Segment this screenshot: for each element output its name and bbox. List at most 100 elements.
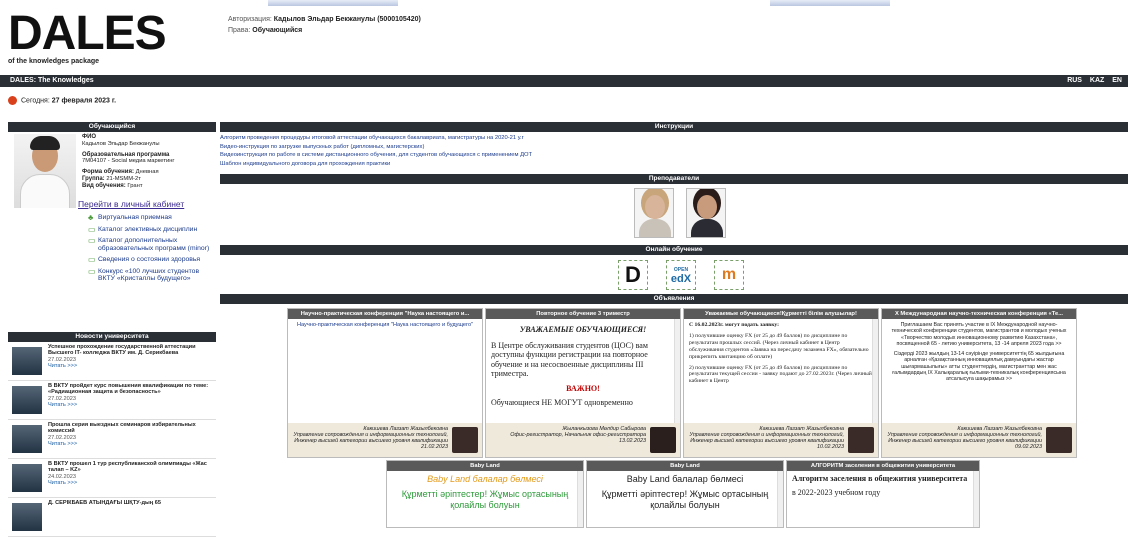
menu-item-minor[interactable]: ▭ Каталог дополнительных образовательных …	[88, 237, 213, 252]
news-item[interactable]: Успешное прохождение государственной атт…	[8, 342, 216, 381]
author-avatar	[452, 427, 478, 453]
announcement-card[interactable]: Научно-практическая конференция "Наука н…	[287, 308, 483, 458]
student-info: ФИО Кадылов Эльдар Бекжанулы Образовател…	[82, 134, 214, 190]
today-date: Сегодня: 27 февраля 2023 г.	[8, 96, 116, 106]
reception-icon: ♣	[88, 213, 94, 222]
logo-text: DALES	[8, 7, 167, 60]
news-header: Новости университета	[8, 332, 216, 342]
rights-label: Права:	[228, 27, 251, 34]
program-label: Образовательная программа	[82, 151, 170, 158]
open-edx-icon[interactable]: OPEN edX	[666, 260, 696, 290]
teachers-section: Преподаватели	[220, 174, 1128, 240]
instructions-section: Инструкции Алгоритм проведения процедуры…	[220, 122, 1128, 170]
author-avatar	[1046, 427, 1072, 453]
today-value: 27 февраля 2023 г.	[51, 97, 117, 105]
language-switcher: RUS KAZ EN	[1067, 75, 1128, 87]
student-panel: Обучающийся ФИО Кадылов Эльдар Бекжанулы…	[8, 122, 216, 322]
card-scrollbar[interactable]	[973, 471, 979, 527]
top-navbar: DALES: The Knowledges RUS KAZ EN	[0, 75, 1128, 87]
personal-cabinet-link[interactable]: Перейти в личный кабинет	[78, 199, 184, 209]
card-title: Повторное обучение 3 триместр	[486, 309, 680, 319]
health-icon: ▭	[88, 255, 96, 264]
brand-link[interactable]: DALES: The Knowledges	[10, 75, 94, 87]
card-scrollbar[interactable]	[577, 471, 583, 527]
author-avatar	[650, 427, 676, 453]
news-panel: Новости университета Успешное прохождени…	[8, 332, 216, 537]
auth-value: Кадылов Эльдар Бекжанулы (5000105420)	[273, 16, 421, 23]
lang-rus[interactable]: RUS	[1067, 77, 1082, 84]
dales-online-icon[interactable]: D	[618, 260, 648, 290]
rights-value: Обучающийся	[252, 27, 303, 34]
news-image	[12, 425, 42, 453]
news-item[interactable]: Прошла серия выездных семинаров избирате…	[8, 420, 216, 459]
fio-value: Кадылов Эльдар Бекжанулы	[82, 140, 160, 147]
read-more-link[interactable]: Читать >>>	[48, 441, 214, 447]
news-image	[12, 503, 42, 531]
news-item[interactable]: Д. СЕРІКБАЕВ АТЫНДАҒЫ ШҚТУ-дың 65	[8, 498, 216, 537]
news-image	[12, 464, 42, 492]
announcement-card[interactable]: Повторное обучение 3 триместр УВАЖАЕМЫЕ …	[485, 308, 681, 458]
read-more-link[interactable]: Читать >>>	[48, 480, 214, 486]
card-scrollbar[interactable]	[777, 471, 783, 527]
menu-item-virtual-reception[interactable]: ♣ Виртуальная приемная	[88, 214, 213, 222]
announcement-card[interactable]: X Международная научно-техническая конфе…	[881, 308, 1077, 458]
instruction-link[interactable]: Видео-инструкция по загрузке выпускных р…	[220, 144, 424, 150]
lang-en[interactable]: EN	[1112, 77, 1122, 84]
student-menu: ♣ Виртуальная приемная ▭ Каталог элективны…	[88, 214, 213, 287]
student-header: Обучающийся	[8, 122, 216, 132]
online-learning-section: Онлайн обучение D OPEN edX m	[220, 245, 1128, 293]
read-more-link[interactable]: Читать >>>	[48, 402, 214, 408]
group-label: Группа:	[82, 175, 105, 182]
instruction-link[interactable]: Шаблон индивидуального договора для прох…	[220, 161, 390, 167]
card-scrollbar[interactable]	[872, 319, 878, 423]
news-item[interactable]: В ВКТУ прошел 1 тур республиканской олим…	[8, 459, 216, 498]
card-title: Научно-практическая конференция "Наука н…	[288, 309, 482, 319]
news-image	[12, 347, 42, 375]
menu-item-electives[interactable]: ▭ Каталог элективных дисциплин	[88, 224, 213, 234]
card-title: АЛГОРИТМ заселения в общежития университ…	[787, 461, 979, 471]
type-label: Вид обучения:	[82, 182, 126, 189]
ads-section: Объявления	[220, 294, 1128, 308]
fio-label: ФИО	[82, 134, 97, 140]
auth-label: Авторизация:	[228, 16, 272, 23]
auth-info: Авторизация: Кадылов Эльдар Бекжанулы (5…	[228, 14, 421, 36]
card-title: Baby Land	[587, 461, 783, 471]
instruction-link[interactable]: Видеоинструкция по работе в системе дист…	[220, 152, 532, 158]
form-label: Форма обучения:	[82, 169, 134, 176]
author-avatar	[848, 427, 874, 453]
news-item[interactable]: В ВКТУ пройдет курс повышения квалификац…	[8, 381, 216, 420]
catalog-icon: ▭	[88, 236, 96, 245]
program-value: 7M04107 - Social медиа маркетинг	[82, 158, 175, 165]
dales-logo[interactable]: DALES of the knowledges package	[8, 7, 218, 70]
news-image	[12, 386, 42, 414]
instructions-header: Инструкции	[220, 122, 1128, 132]
card-scrollbar[interactable]	[674, 319, 680, 423]
type-value: Грант	[127, 182, 143, 189]
top-decoration-left	[268, 0, 398, 6]
announcement-card[interactable]: Baby Land Baby Land балалар бөлмесі Құрм…	[586, 460, 784, 528]
card-link[interactable]: Научно-практическая конференция "Наука н…	[297, 322, 473, 328]
top-decoration-right	[770, 0, 890, 6]
teachers-header: Преподаватели	[220, 174, 1128, 184]
menu-item-health[interactable]: ▭ Сведения о состоянии здоровья	[88, 256, 213, 264]
ads-header: Объявления	[220, 294, 1128, 304]
catalog-icon: ▭	[88, 224, 96, 234]
teacher-photo[interactable]	[634, 188, 674, 238]
moodle-icon[interactable]: m	[714, 260, 744, 290]
contest-icon: ▭	[88, 266, 96, 276]
student-avatar	[14, 134, 76, 208]
online-header: Онлайн обучение	[220, 245, 1128, 255]
announcement-card[interactable]: Baby Land Baby Land балалар бөлмесі Құрм…	[386, 460, 584, 528]
announcement-card[interactable]: АЛГОРИТМ заселения в общежития университ…	[786, 460, 980, 528]
lang-kaz[interactable]: KAZ	[1090, 77, 1104, 84]
announcement-card[interactable]: Уважаемые обучающиеся!Құрметті білім алу…	[683, 308, 879, 458]
card-title: Baby Land	[387, 461, 583, 471]
group-value: 21-MSMM-2т	[106, 175, 141, 182]
card-title: Уважаемые обучающиеся!Құрметті білім алу…	[684, 309, 878, 319]
menu-item-contest[interactable]: ▭ Конкурс «100 лучших студентов ВКТУ «Кри…	[88, 266, 213, 283]
card-title: X Международная научно-техническая конфе…	[882, 309, 1076, 319]
teacher-photo[interactable]	[686, 188, 726, 238]
read-more-link[interactable]: Читать >>>	[48, 363, 214, 369]
instruction-link[interactable]: Алгоритм проведения процедуры итоговой а…	[220, 135, 524, 141]
form-value: Дневная	[135, 169, 159, 176]
